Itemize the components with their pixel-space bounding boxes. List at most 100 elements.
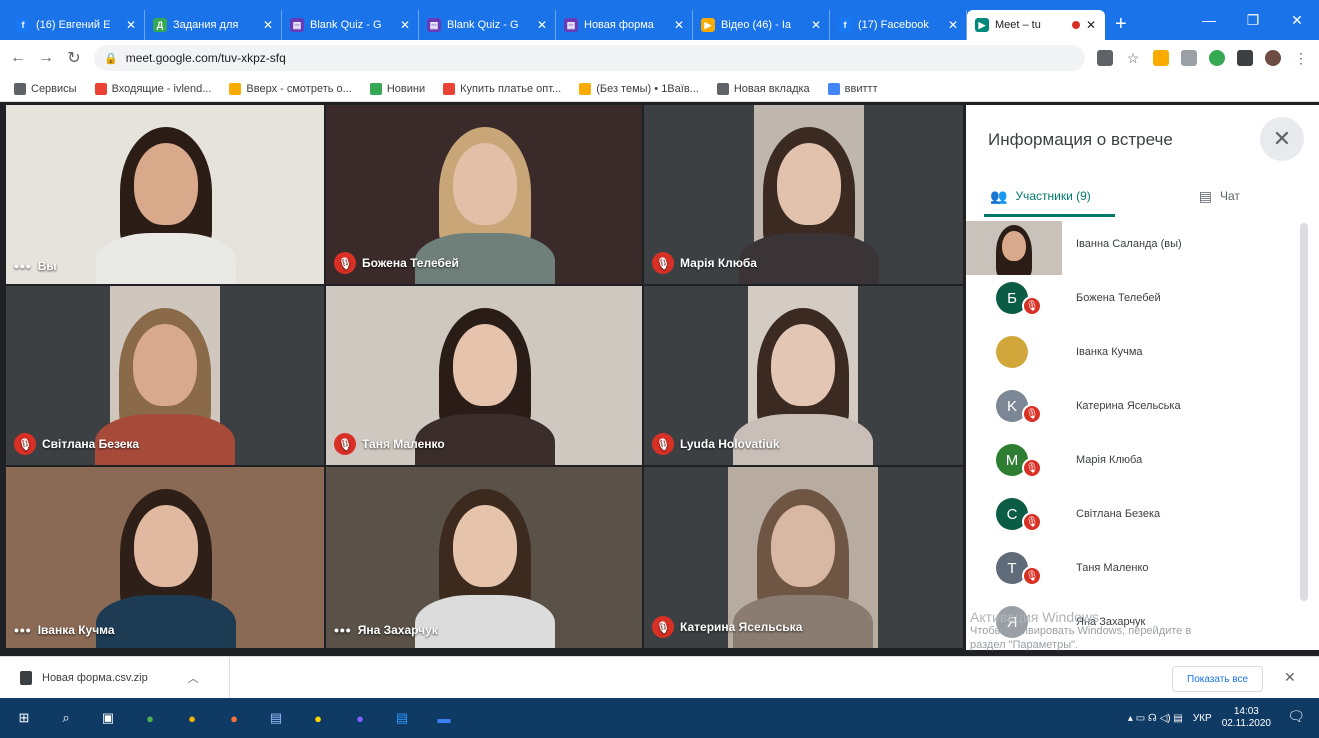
chat-icon: ▤ [1198, 187, 1212, 204]
close-panel-button[interactable]: ✕ [1260, 117, 1304, 161]
close-icon[interactable]: ✕ [263, 18, 273, 32]
clock[interactable]: 14:03 02.11.2020 [1222, 706, 1271, 730]
close-icon[interactable]: ✕ [126, 18, 136, 32]
participant-scrollbar[interactable] [1300, 223, 1308, 601]
tab-0[interactable]: f (16) Евгений Е ✕ [8, 10, 145, 40]
video-tile[interactable]: 🎙 Марія Клюба [644, 105, 965, 286]
participant-row[interactable]: K 🎙 Катерина Ясельська [966, 379, 1296, 432]
more-options-icon[interactable]: ••• [334, 622, 352, 638]
taskbar-app-7[interactable]: ● [304, 704, 332, 732]
chevron-up-icon[interactable]: ︿ [188, 670, 199, 686]
download-item[interactable]: Новая форма.csv.zip ︿ [20, 656, 230, 699]
mic-off-icon: 🎙 [1022, 458, 1042, 478]
tab-4[interactable]: ▤ Новая форма ✕ [556, 10, 693, 40]
video-tile[interactable]: 🎙 Lyuda Holovatiuk [644, 286, 965, 467]
address-bar[interactable]: 🔒 meet.google.com/tuv-xkpz-sfq [94, 45, 1085, 71]
bookmark-3[interactable]: Новини [369, 82, 425, 95]
close-icon[interactable]: ✕ [537, 18, 547, 32]
close-window-button[interactable]: ✕ [1275, 0, 1319, 40]
close-icon[interactable]: ✕ [948, 18, 958, 32]
taskbar-app-6[interactable]: ▤ [262, 704, 290, 732]
bookmark-6[interactable]: Новая вкладка [716, 82, 810, 95]
extension-icon[interactable] [1153, 50, 1169, 66]
back-icon[interactable]: ← [10, 49, 26, 67]
link-icon[interactable] [1181, 50, 1197, 66]
taskbar-app-1[interactable]: ⌕ [52, 704, 80, 732]
tab-participants[interactable]: 👥 Участники (9) [966, 175, 1115, 217]
profile-avatar[interactable] [1265, 50, 1281, 66]
participant-row[interactable]: Б 🎙 Божена Телебей [966, 271, 1296, 324]
taskbar-app-2[interactable]: ▣ [94, 704, 122, 732]
video-tile[interactable]: ••• Яна Захарчук [326, 467, 644, 650]
bookmark-label: Купить платье опт... [460, 82, 562, 95]
video-tile[interactable]: 🎙 Світлана Безека [6, 286, 326, 467]
forward-icon[interactable]: → [38, 49, 54, 67]
meeting-info-panel: Информация о встрече ✕ 👥 Участники (9) ▤… [966, 105, 1319, 651]
green-extension-icon[interactable] [1209, 50, 1225, 66]
new-tab-button[interactable]: + [1105, 10, 1137, 40]
puzzle-icon[interactable] [1237, 50, 1253, 66]
maximize-button[interactable]: ❐ [1231, 0, 1275, 40]
bookmark-4[interactable]: Купить платье опт... [443, 82, 562, 95]
bookmark-7[interactable]: ввиттт [827, 82, 878, 95]
watermark-title: Активация Windows [970, 609, 1100, 625]
video-tile[interactable]: 🎙 Божена Телебей [326, 105, 644, 286]
clock-time: 14:03 [1233, 706, 1259, 717]
mic-off-icon: 🎙 [14, 433, 36, 455]
more-options-icon[interactable]: ••• [14, 258, 32, 274]
tab-favicon: f [838, 18, 852, 32]
download-filename: Новая форма.csv.zip [42, 671, 148, 684]
tab-5[interactable]: ▶ Відео (46) - Ia ✕ [693, 10, 830, 40]
more-options-icon[interactable]: ••• [14, 622, 32, 638]
bookmark-2[interactable]: Вверх - смотреть о... [229, 82, 352, 95]
tab-1[interactable]: Д Задания для ✕ [145, 10, 282, 40]
close-icon[interactable]: ✕ [1086, 18, 1096, 32]
taskbar-app-8[interactable]: ● [346, 704, 374, 732]
tab-3[interactable]: ▤ Blank Quiz - G ✕ [419, 10, 556, 40]
participant-label: 🎙 Марія Клюба [652, 252, 757, 274]
participant-label: ••• Іванка Кучма [14, 622, 115, 638]
taskbar-app-10[interactable]: ▬ [430, 704, 458, 732]
close-download-bar-button[interactable]: ✕ [1284, 669, 1296, 686]
taskbar-app-9[interactable]: ▤ [388, 704, 416, 732]
screen: f (16) Евгений Е ✕ Д Задания для ✕ ▤ Blank Quiz… [0, 0, 1319, 738]
video-tile[interactable]: 🎙 Катерина Ясельська [644, 467, 965, 650]
video-tile[interactable]: ••• Іванка Кучма [6, 467, 326, 650]
menu-icon[interactable]: ⋮ [1293, 50, 1309, 66]
close-icon[interactable]: ✕ [674, 18, 684, 32]
taskbar-app-0[interactable]: ⊞ [10, 704, 38, 732]
mic-off-icon: 🎙 [1022, 512, 1042, 532]
video-tile[interactable]: ••• Вы [6, 105, 326, 286]
mic-off-icon: 🎙 [652, 252, 674, 274]
participant-row[interactable]: M 🎙 Марія Клюба [966, 433, 1296, 486]
tab-chat[interactable]: ▤ Чат [1175, 175, 1264, 217]
close-icon[interactable]: ✕ [400, 18, 410, 32]
lock-icon: 🔒 [104, 52, 118, 65]
close-icon[interactable]: ✕ [811, 18, 821, 32]
participant-row[interactable]: Іванна Саланда (вы) [966, 217, 1296, 275]
language-indicator[interactable]: УКР [1193, 713, 1212, 724]
participant-row[interactable]: C 🎙 Світлана Безека [966, 487, 1296, 540]
bookmark-icon [579, 82, 592, 95]
participant-row[interactable]: Іванка Кучма [966, 325, 1296, 378]
bookmark-5[interactable]: (Без темы) • 1Ваїв... [579, 82, 699, 95]
tray-icons[interactable]: ▴ ▭ ☊ ◁) ▤ [1128, 713, 1183, 724]
taskbar-app-5[interactable]: ● [220, 704, 248, 732]
tab-2[interactable]: ▤ Blank Quiz - G ✕ [282, 10, 419, 40]
notification-icon[interactable]: 🗨 [1287, 708, 1305, 725]
tab-meet[interactable]: ▶ Meet – tu ✕ [967, 10, 1105, 40]
taskbar-app-3[interactable]: ● [136, 704, 164, 732]
participant-row[interactable]: T 🎙 Таня Маленко [966, 541, 1296, 594]
star-icon[interactable]: ☆ [1125, 50, 1141, 66]
bookmark-1[interactable]: Входящие - ivlend... [94, 82, 211, 95]
show-all-button[interactable]: Показать все [1172, 666, 1264, 692]
taskbar-app-4[interactable]: ● [178, 704, 206, 732]
reload-icon[interactable]: ↻ [66, 48, 82, 68]
tab-6[interactable]: f (17) Facebook ✕ [830, 10, 967, 40]
bookmark-0[interactable]: Сервисы [14, 82, 77, 95]
avatar [996, 336, 1028, 368]
camera-icon[interactable] [1097, 50, 1113, 66]
video-tile[interactable]: 🎙 Таня Маленко [326, 286, 644, 467]
minimize-button[interactable]: — [1187, 0, 1231, 40]
tab-title: Новая форма [584, 19, 654, 31]
